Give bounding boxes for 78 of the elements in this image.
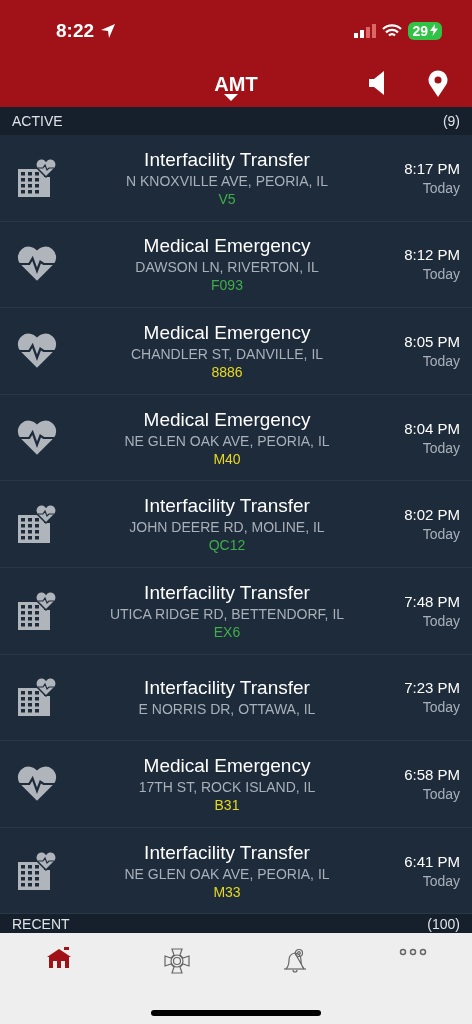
incident-day: Today <box>422 872 460 889</box>
hospital-heart-icon <box>16 589 58 632</box>
incident-title: Medical Emergency <box>143 754 311 777</box>
incident-time: 7:48 PM <box>404 592 460 610</box>
incident-address: UTICA RIDGE RD, BETTENDORF, IL <box>109 605 345 622</box>
incident-title: Interfacility Transfer <box>144 495 310 518</box>
more-icon <box>399 947 427 958</box>
incident-address: E NORRIS DR, OTTAWA, IL <box>138 701 316 718</box>
section-title: RECENT <box>12 915 70 932</box>
maltese-cross-icon <box>163 947 191 976</box>
hospital-heart-icon <box>16 156 58 199</box>
incident-row[interactable]: Interfacility Transfer JOHN DEERE RD, MOLINE, IL QC12 8:02 PM Today <box>0 481 472 568</box>
heart-pulse-icon <box>16 764 58 803</box>
incident-title: Interfacility Transfer <box>144 677 310 700</box>
incident-row[interactable]: Medical Emergency CHANDLER ST, DANVILLE, IL 8886 8:05 PM Today <box>0 308 472 395</box>
incident-row[interactable]: Interfacility Transfer N KNOXVILLE AVE, PEORIA, IL V5 8:17 PM Today <box>0 135 472 222</box>
agency-selector[interactable]: AMT <box>214 73 258 96</box>
unit-code: M33 <box>213 883 241 900</box>
incident-day: Today <box>422 612 460 629</box>
incident-time: 8:12 PM <box>404 246 460 264</box>
location-arrow-icon <box>100 23 117 39</box>
incident-time: 8:17 PM <box>404 159 460 177</box>
caret-icon <box>224 94 238 101</box>
incident-title: Interfacility Transfer <box>144 148 310 171</box>
incident-address: NE GLEN OAK AVE, PEORIA, IL <box>124 432 330 449</box>
section-count: (9) <box>442 113 460 129</box>
incident-day: Today <box>422 785 460 802</box>
incident-address: CHANDLER ST, DANVILLE, IL <box>130 346 324 362</box>
incident-day: Today <box>422 353 460 369</box>
incident-title: Medical Emergency <box>143 408 311 431</box>
incident-time: 7:23 PM <box>404 679 460 697</box>
incident-day: Today <box>422 699 460 716</box>
unit-code: V5 <box>218 190 236 207</box>
incident-time: 8:02 PM <box>404 506 460 524</box>
unit-code: QC12 <box>208 537 246 554</box>
bell-gear-icon <box>282 947 308 976</box>
incident-title: Medical Emergency <box>143 322 311 344</box>
incident-row[interactable]: Medical Emergency NE GLEN OAK AVE, PEORIA, IL M40 8:04 PM Today <box>0 394 472 482</box>
incident-time: 8:04 PM <box>404 419 460 437</box>
incident-row[interactable]: Interfacility Transfer E NORRIS DR, OTTAWA, IL 7:23 PM Today <box>0 654 472 742</box>
unit-code: EX6 <box>213 623 241 640</box>
hospital-heart-icon <box>16 849 58 892</box>
incident-address: DAWSON LN, RIVERTON, IL <box>135 259 319 276</box>
section-title: ACTIVE <box>12 113 63 129</box>
speaker-icon[interactable] <box>368 70 386 96</box>
signal-icon <box>354 24 377 38</box>
unit-code: 8886 <box>211 364 243 380</box>
incident-title: Interfacility Transfer <box>144 841 310 864</box>
unit-code: B31 <box>214 796 240 813</box>
section-count: (100) <box>427 915 460 932</box>
unit-code: F093 <box>211 277 243 294</box>
map-pin-icon[interactable] <box>428 70 448 98</box>
firehouse-icon <box>46 947 72 970</box>
incident-time: 6:58 PM <box>404 765 460 783</box>
incident-address: JOHN DEERE RD, MOLINE, IL <box>129 519 325 536</box>
incident-time: 6:41 PM <box>404 852 460 870</box>
incident-title: Medical Emergency <box>143 235 311 258</box>
incident-title: Interfacility Transfer <box>144 581 310 604</box>
incident-row[interactable]: Medical Emergency DAWSON LN, RIVERTON, IL F093 8:12 PM Today <box>0 221 472 309</box>
incident-day: Today <box>422 266 460 283</box>
wifi-icon <box>382 24 403 38</box>
incident-day: Today <box>422 439 460 456</box>
charging-bolt-icon <box>430 24 438 36</box>
incident-address: 17TH ST, ROCK ISLAND, IL <box>138 778 316 795</box>
incident-address: NE GLEN OAK AVE, PEORIA, IL <box>124 865 330 882</box>
hospital-heart-icon <box>16 503 58 546</box>
heart-pulse-icon <box>16 332 58 370</box>
incident-day: Today <box>422 526 460 543</box>
incident-day: Today <box>422 179 460 196</box>
heart-pulse-icon <box>16 418 58 457</box>
hospital-heart-icon <box>16 676 58 719</box>
battery-level: 29 <box>408 22 442 40</box>
incident-row[interactable]: Interfacility Transfer UTICA RIDGE RD, BETTENDORF, IL EX6 7:48 PM Today <box>0 567 472 655</box>
incident-address: N KNOXVILLE AVE, PEORIA, IL <box>125 172 328 189</box>
incident-row[interactable]: Medical Emergency 17TH ST, ROCK ISLAND, IL B31 6:58 PM Today <box>0 741 472 828</box>
unit-code: M40 <box>213 450 241 467</box>
clock-time: 8:22 <box>56 20 95 42</box>
incident-time: 8:05 PM <box>404 333 460 350</box>
